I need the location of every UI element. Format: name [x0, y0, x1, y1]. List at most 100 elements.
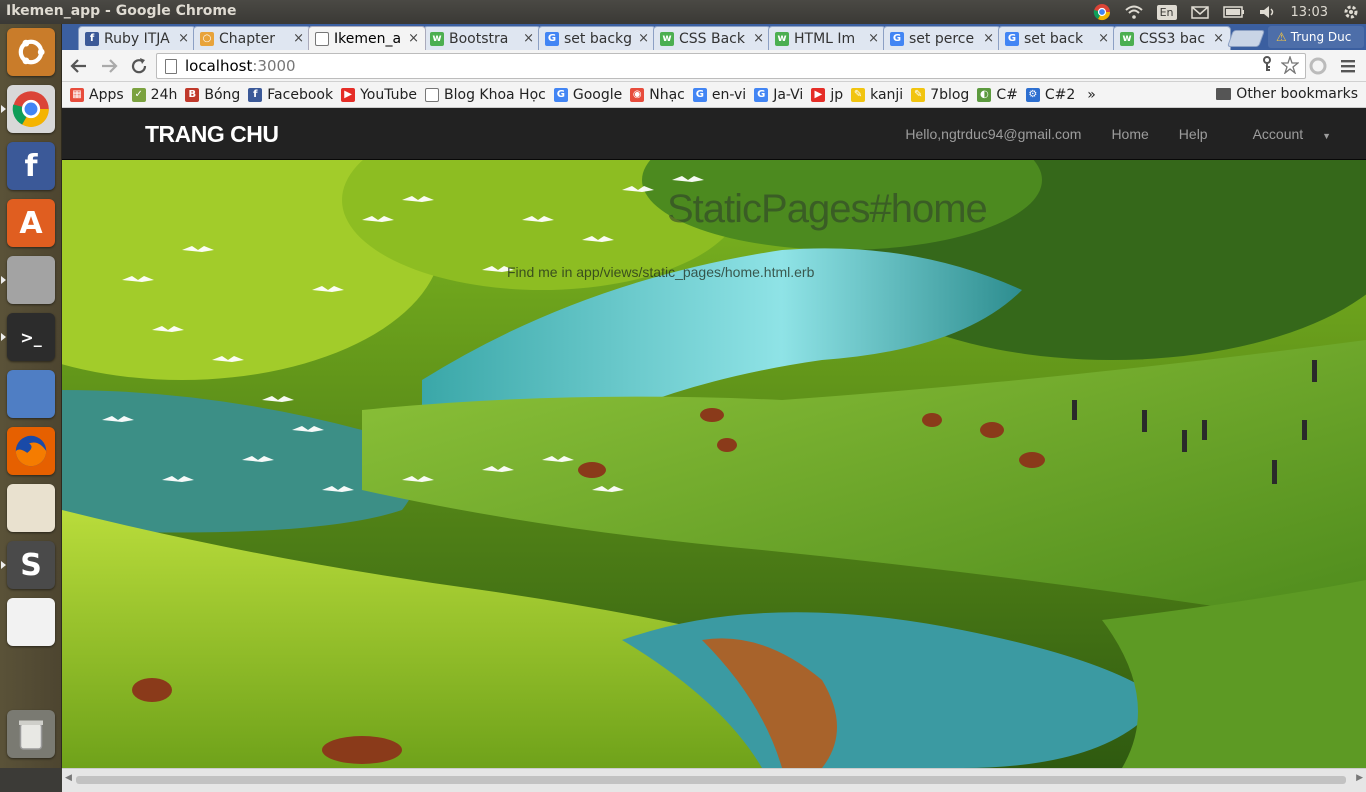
bookmark-item[interactable]: G Ja-Vi [754, 87, 803, 103]
bookmark-item[interactable]: ◐ C# [977, 87, 1018, 103]
bookmark-item[interactable]: f Facebook [248, 87, 333, 103]
extension-icon[interactable] [1305, 54, 1331, 78]
address-bar[interactable]: localhost:3000 [156, 53, 1306, 79]
bookmark-item[interactable]: Blog Khoa Học [425, 87, 546, 103]
nav-account-dropdown[interactable]: Account ▼ [1223, 126, 1346, 142]
running-indicator [1, 561, 6, 569]
new-tab-button[interactable] [1226, 30, 1266, 47]
scroll-left-icon[interactable]: ◀ [65, 773, 72, 783]
bookmark-item[interactable]: Gen-vi [692, 87, 746, 103]
other-bookmarks-folder[interactable]: Other bookmarks [1216, 86, 1358, 102]
tab[interactable]: Gset backg × [538, 26, 656, 50]
landscape-image [62, 160, 1366, 768]
clock[interactable]: 13:03 [1291, 0, 1328, 24]
tab[interactable]: w HTML Im × [768, 26, 886, 50]
close-icon[interactable]: × [753, 31, 764, 46]
terminal-icon[interactable]: >_ [7, 313, 55, 361]
ubuntu-dash-icon[interactable] [7, 28, 55, 76]
key-icon[interactable] [1261, 56, 1273, 78]
reload-button[interactable] [126, 54, 152, 78]
page-icon [165, 58, 177, 74]
site-brand[interactable]: TRANG CHU [145, 121, 279, 148]
w3schools-icon: w [1120, 31, 1134, 46]
chrome-indicator-icon[interactable] [1093, 0, 1111, 24]
close-icon[interactable]: × [1213, 31, 1224, 46]
bookmark-item[interactable]: ✎ 7blog [911, 87, 969, 103]
gear-icon[interactable] [1342, 0, 1360, 24]
wifi-icon[interactable] [1124, 0, 1143, 24]
close-icon[interactable]: × [983, 31, 994, 46]
volume-icon[interactable] [1259, 0, 1277, 24]
unity-launcher: f A >_ S [0, 24, 62, 768]
tab[interactable]: Gset back × [998, 26, 1116, 50]
close-icon[interactable]: × [868, 31, 879, 46]
battery-icon[interactable] [1222, 0, 1245, 24]
close-icon[interactable]: × [638, 31, 649, 46]
tab[interactable]: ○ Chapter × [193, 26, 311, 50]
forward-button[interactable] [96, 54, 122, 78]
page-viewport: TRANG CHU Hello,ngtrduc94@gmail.com Home… [62, 108, 1366, 768]
close-icon[interactable]: × [293, 31, 304, 46]
bookmark-item[interactable]: ◉ Nhạc [630, 87, 685, 103]
facebook-icon[interactable]: f [7, 142, 55, 190]
back-button[interactable] [66, 54, 92, 78]
bookmark-item[interactable]: ⚙ C#2 [1025, 87, 1075, 103]
scrollbar-thumb[interactable] [76, 776, 1346, 784]
tab[interactable]: w Bootstra × [423, 26, 541, 50]
tab[interactable]: f Ruby ITJA × [78, 26, 196, 50]
bookmark-item[interactable]: ✎ kanji [851, 87, 903, 103]
tab-label: HTML Im [794, 30, 856, 47]
software-center-icon[interactable]: A [7, 199, 55, 247]
tab-label: Ikemen_a [334, 30, 402, 47]
bookmark-item[interactable]: ▶ YouTube [341, 87, 417, 103]
profile-button[interactable]: ⚠ Trung Duc [1268, 26, 1364, 48]
menu-icon[interactable] [1335, 54, 1361, 78]
bookmark-item[interactable]: ✓ 24h [131, 87, 177, 103]
trash-icon[interactable] [7, 710, 55, 758]
hero-subtitle: Find me in app/views/static_pages/home.h… [507, 264, 815, 280]
close-icon[interactable]: × [523, 31, 534, 46]
24h-icon: ✓ [131, 87, 146, 102]
firefox-icon[interactable] [7, 427, 55, 475]
tab[interactable]: w CSS Back × [653, 26, 771, 50]
document-viewer-icon[interactable] [7, 370, 55, 418]
7blog-icon: ✎ [911, 87, 926, 102]
bookmark-item[interactable]: G Google [553, 86, 623, 103]
tab[interactable]: Gset perce × [883, 26, 1001, 50]
indicator-area: En 13:03 [1093, 0, 1360, 24]
files-icon[interactable] [7, 256, 55, 304]
w3schools-icon: w [775, 31, 789, 46]
mail-icon[interactable] [1190, 0, 1209, 24]
bookmark-item[interactable]: ▦ Apps [70, 87, 124, 103]
bookmark-label: jp [830, 86, 844, 103]
nav-help-link[interactable]: Help [1164, 126, 1223, 142]
horizontal-scrollbar[interactable]: ◀ ▶ [62, 768, 1366, 792]
close-icon[interactable]: × [1098, 31, 1109, 46]
bookmark-label: Google [572, 86, 623, 103]
bookmarks-overflow-button[interactable]: » [1087, 87, 1096, 103]
nav-account-label: Account [1252, 126, 1304, 142]
tab-label: set backg [564, 30, 633, 47]
apps-icon: ▦ [70, 87, 84, 102]
tab[interactable]: w CSS3 bac × [1113, 26, 1231, 50]
site-navbar: TRANG CHU Hello,ngtrduc94@gmail.com Home… [62, 108, 1366, 160]
ebook-reader-icon[interactable] [7, 484, 55, 532]
tab-label: CSS Back [679, 30, 745, 47]
scroll-right-icon[interactable]: ▶ [1356, 773, 1363, 783]
sublime-text-icon[interactable]: S [7, 541, 55, 589]
bookmark-item[interactable]: B Bóng [185, 87, 240, 103]
url-port: :3000 [252, 57, 296, 75]
keyboard-layout-indicator[interactable]: En [1156, 4, 1177, 20]
page-icon [315, 31, 329, 46]
tab[interactable]: Ikemen_a × [308, 26, 426, 50]
chrome-icon[interactable] [7, 85, 55, 133]
google-icon: G [1005, 31, 1019, 46]
nav-home-link[interactable]: Home [1096, 126, 1163, 142]
close-icon[interactable]: × [408, 31, 419, 46]
nav-user-email[interactable]: Hello,ngtrduc94@gmail.com [890, 126, 1096, 142]
bookmark-star-icon[interactable] [1280, 54, 1300, 78]
editor-icon[interactable] [7, 598, 55, 646]
bookmark-item[interactable]: ▶ jp [811, 87, 843, 103]
close-icon[interactable]: × [178, 31, 189, 46]
bookmarks-bar: ▦ Apps ✓ 24h B Bóng f Facebook ▶ YouTube Blog Khoa… [62, 82, 1366, 108]
